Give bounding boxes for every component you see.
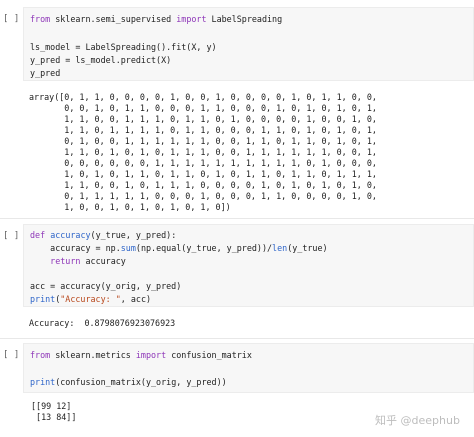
code-line: y_pred = ls_model.predict(X) [30,55,171,66]
code-line: y_pred [30,68,60,79]
code-line: return accuracy [30,256,126,267]
code-token: return [50,256,81,266]
code-token: confusion_matrix [166,350,252,360]
output-line: 0, 1, 0, 0, 1, 1, 1, 1, 1, 1, 0, 0, 1, 1… [29,136,377,146]
code-token: from [30,350,51,360]
run-cell-button[interactable]: [ ] [3,14,23,25]
code-line: def accuracy(y_true, y_pred): [30,230,176,241]
output-line: Accuracy: 0.8798076923076923 [29,318,176,328]
output-line: 1, 0, 0, 1, 0, 1, 0, 1, 0, 1, 0]) [29,202,231,212]
code-token: sklearn.semi_supervised [50,14,177,24]
code-token: sklearn.metrics [50,350,136,360]
code-line: accuracy = np.sum(np.equal(y_true, y_pre… [30,243,328,254]
code-line: acc = accuracy(y_orig, y_pred) [30,281,181,292]
code-editor[interactable]: from sklearn.metrics import confusion_ma… [23,343,474,393]
output-line: 1, 0, 1, 0, 1, 1, 0, 1, 1, 0, 1, 0, 1, 1… [29,169,377,179]
output-line: 0, 1, 1, 1, 1, 1, 0, 0, 0, 1, 0, 0, 0, 1… [29,191,377,201]
code-token: (confusion_matrix(y_orig, y_pred)) [55,377,227,387]
watermark: 知乎 @deephub [375,414,460,427]
code-token: ls_model = LabelSpreading().fit(X, y) [30,42,217,52]
run-cell-button[interactable]: [ ] [3,231,23,242]
code-line: from sklearn.metrics import confusion_ma… [30,350,252,361]
output-line: 0, 0, 1, 0, 1, 1, 0, 0, 0, 1, 1, 0, 0, 0… [29,103,377,113]
code-token: def [30,230,46,240]
cell-divider [0,338,474,339]
code-token: LabelSpreading [206,14,283,24]
output-line: 1, 1, 0, 1, 0, 1, 0, 1, 1, 1, 0, 0, 1, 1… [29,147,377,157]
code-token: print [30,377,56,387]
code-token: y_pred [30,68,61,78]
code-line: print(confusion_matrix(y_orig, y_pred)) [30,377,227,388]
code-token: import [135,350,167,360]
output-line: 1, 1, 0, 0, 1, 1, 1, 0, 1, 1, 0, 1, 0, 0… [29,114,377,124]
output-line: 1, 1, 0, 1, 1, 1, 1, 0, 1, 1, 0, 0, 0, 1… [29,125,377,135]
code-token: print [30,294,56,304]
code-token: from [30,14,51,24]
code-token: (y_true, y_pred): [90,230,177,240]
code-editor[interactable]: from sklearn.semi_supervised import Labe… [23,7,474,81]
code-editor[interactable]: def accuracy(y_true, y_pred): accuracy =… [23,224,474,307]
code-token: accuracy = np. [30,243,121,253]
cell-divider [0,218,474,219]
code-token: accuracy [80,256,126,266]
run-cell-button[interactable]: [ ] [3,350,23,361]
code-line: print("Accuracy: ", acc) [30,294,151,305]
output-line: array([0, 1, 1, 0, 0, 0, 0, 1, 0, 0, 1, … [29,92,377,102]
output-line: 0, 0, 0, 0, 0, 0, 1, 1, 1, 1, 1, 1, 1, 1… [29,158,377,168]
code-token: import [176,14,207,24]
code-token: y_pred = ls_model.predict(X) [30,55,172,65]
code-token: "Accuracy: " [60,294,121,304]
output-line: 1, 1, 0, 0, 1, 0, 1, 1, 1, 0, 0, 0, 0, 1… [29,180,377,190]
code-token: acc = accuracy(y_orig, y_pred) [30,281,182,291]
output-line: [[99 12] [31,401,72,411]
code-token: , acc) [120,294,152,304]
code-line: from sklearn.semi_supervised import Labe… [30,14,282,25]
code-token: len [272,243,288,253]
code-token: (np.equal(y_true, y_pred))/ [135,243,273,253]
code-token: (y_true) [287,243,328,253]
code-token: sum [120,243,136,253]
output-line: [13 84]] [31,412,77,422]
code-line: ls_model = LabelSpreading().fit(X, y) [30,42,217,53]
code-token: accuracy [50,230,91,240]
code-cell-1[interactable]: [ ] from sklearn.semi_supervised import … [0,0,474,212]
